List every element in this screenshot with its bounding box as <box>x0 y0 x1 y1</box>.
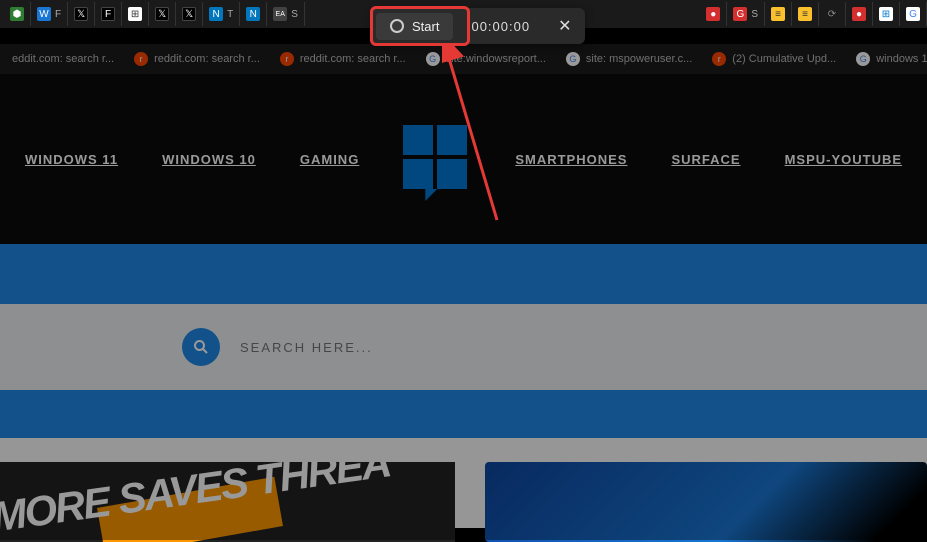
browser-tab[interactable]: 𝕏 <box>68 2 95 26</box>
bookmark-label: windows 11 - Goog... <box>876 53 927 65</box>
browser-tab[interactable]: ≡ <box>765 2 792 26</box>
nav-link-windows10[interactable]: WINDOWS 10 <box>162 152 256 167</box>
tab-strip-right: ● GS ≡ ≡ ⟳ ● ⊞ G <box>700 0 927 28</box>
google-icon: G <box>856 52 870 66</box>
close-recorder-button[interactable]: ✕ <box>544 16 585 36</box>
browser-tab[interactable]: 𝕏 <box>176 2 203 26</box>
favicon-icon: ⊞ <box>128 7 142 21</box>
browser-tab[interactable]: G <box>900 2 927 26</box>
webpage-content: WINDOWS 11 WINDOWS 10 GAMING SMARTPHONES… <box>0 74 927 528</box>
browser-tab[interactable]: WF <box>31 2 68 26</box>
browser-tab[interactable]: 𝕏 <box>149 2 176 26</box>
nav-link-surface[interactable]: SURFACE <box>671 152 740 167</box>
browser-tab[interactable]: ⟳ <box>819 2 846 26</box>
hero-band-bottom <box>0 390 927 438</box>
article-card[interactable]: MORE SAVES THREA <box>0 462 455 542</box>
favicon-icon: N <box>246 7 260 21</box>
favicon-icon: F <box>101 7 115 21</box>
start-label: Start <box>412 19 439 34</box>
nav-link-gaming[interactable]: GAMING <box>300 152 359 167</box>
browser-tab[interactable]: NT <box>203 2 240 26</box>
favicon-icon: 𝕏 <box>155 7 169 21</box>
favicon-icon: ⬢ <box>10 7 24 21</box>
search-input[interactable] <box>240 340 440 355</box>
tab-label: T <box>227 9 233 20</box>
bookmark-label: (2) Cumulative Upd... <box>732 53 836 65</box>
browser-tab[interactable]: ● <box>700 2 727 26</box>
bookmarks-bar: eddit.com: search r... r reddit.com: sear… <box>0 44 927 74</box>
favicon-icon: ● <box>852 7 866 21</box>
browser-tab[interactable]: GS <box>727 2 765 26</box>
browser-tab[interactable]: ⊞ <box>122 2 149 26</box>
search-icon <box>193 339 209 355</box>
bookmark-label: site: mspoweruser.c... <box>586 53 692 65</box>
favicon-icon: ≡ <box>771 7 785 21</box>
browser-tab[interactable]: EA S <box>267 2 305 26</box>
browser-tab[interactable]: N <box>240 2 267 26</box>
browser-tab[interactable]: ⬢ <box>4 2 31 26</box>
favicon-icon: ● <box>706 7 720 21</box>
reddit-icon: r <box>280 52 294 66</box>
bookmark-item[interactable]: r reddit.com: search r... <box>126 52 268 66</box>
browser-tab[interactable]: ● <box>846 2 873 26</box>
search-section <box>0 304 927 390</box>
reddit-icon: r <box>712 52 726 66</box>
favicon-icon: G <box>733 7 747 21</box>
tab-label: S <box>751 9 758 20</box>
reddit-icon: r <box>134 52 148 66</box>
favicon-icon: G <box>906 7 920 21</box>
browser-tab[interactable]: ⊞ <box>873 2 900 26</box>
bookmark-item[interactable]: Gwindows 11 - Goog... <box>848 52 927 66</box>
start-recording-button[interactable]: Start <box>376 13 453 40</box>
tab-label: F <box>55 9 61 20</box>
bookmark-item[interactable]: r reddit.com: search r... <box>272 52 414 66</box>
browser-tab[interactable]: F <box>95 2 122 26</box>
tab-label: S <box>291 9 298 20</box>
favicon-icon: ⟳ <box>825 7 839 21</box>
nav-link-windows11[interactable]: WINDOWS 11 <box>25 152 118 167</box>
bookmark-item[interactable]: r (2) Cumulative Upd... <box>704 52 844 66</box>
article-card[interactable] <box>485 462 927 542</box>
google-icon: G <box>566 52 580 66</box>
bookmark-label: site:windowsreport... <box>446 53 546 65</box>
favicon-icon: N <box>209 7 223 21</box>
favicon-icon: 𝕏 <box>74 7 88 21</box>
bookmark-label: eddit.com: search r... <box>12 53 114 65</box>
bookmark-item[interactable]: Gsite: mspoweruser.c... <box>558 52 700 66</box>
site-navigation: WINDOWS 11 WINDOWS 10 GAMING SMARTPHONES… <box>0 74 927 244</box>
favicon-icon: EA <box>273 7 287 21</box>
favicon-icon: 𝕏 <box>182 7 196 21</box>
screen-recorder-toolbar: Start 00:00:00 ✕ <box>372 8 585 44</box>
article-cards-row: MORE SAVES THREA <box>0 438 927 528</box>
record-icon <box>390 19 404 33</box>
favicon-icon: ⊞ <box>879 7 893 21</box>
bookmark-label: reddit.com: search r... <box>154 53 260 65</box>
bookmark-label: reddit.com: search r... <box>300 53 406 65</box>
browser-tab[interactable]: ≡ <box>792 2 819 26</box>
nav-link-smartphones[interactable]: SMARTPHONES <box>515 152 627 167</box>
nav-link-youtube[interactable]: MSPU-YOUTUBE <box>785 152 902 167</box>
favicon-icon: ≡ <box>798 7 812 21</box>
hero-band-top <box>0 244 927 304</box>
bookmark-item[interactable]: Gsite:windowsreport... <box>418 52 554 66</box>
search-button[interactable] <box>182 328 220 366</box>
site-logo[interactable] <box>403 125 471 193</box>
recording-timer: 00:00:00 <box>457 19 544 34</box>
favicon-icon: W <box>37 7 51 21</box>
bookmark-item[interactable]: eddit.com: search r... <box>4 53 122 65</box>
google-icon: G <box>426 52 440 66</box>
